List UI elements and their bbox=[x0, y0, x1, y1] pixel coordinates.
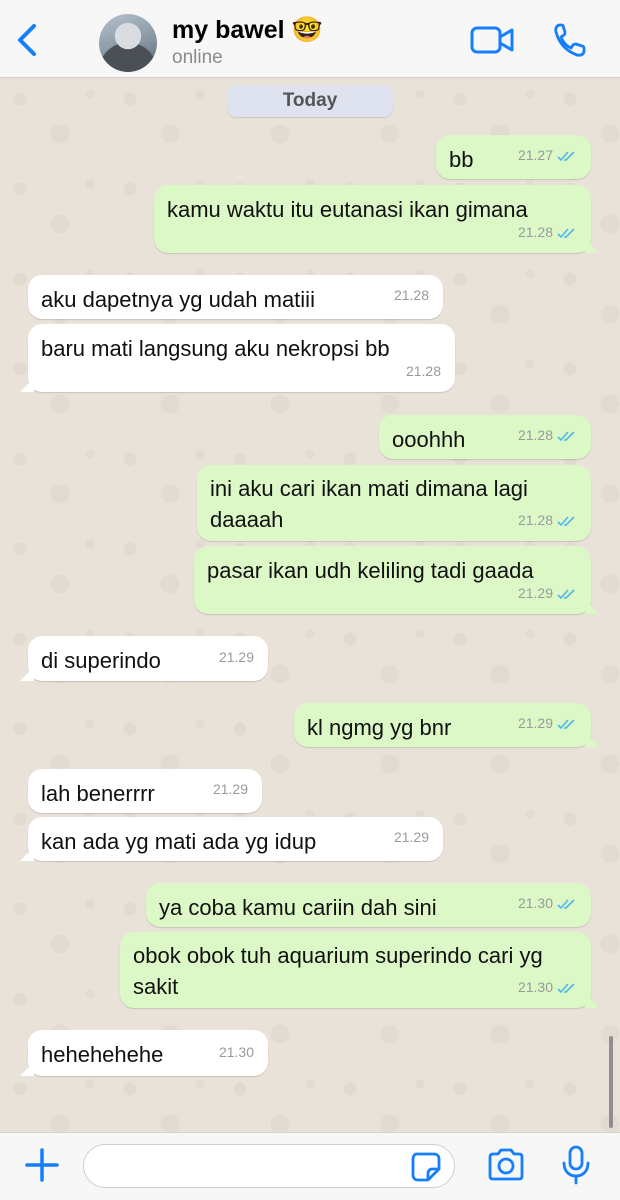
message-time: 21.28 bbox=[517, 512, 553, 528]
message-time: 21.28 bbox=[517, 427, 553, 443]
contact-status: online bbox=[172, 47, 223, 68]
message-text: baru mati langsung aku nekropsi bb bbox=[41, 336, 390, 361]
double-check-icon bbox=[557, 982, 575, 993]
message-meta: 21.29 bbox=[518, 708, 577, 739]
double-check-icon bbox=[557, 898, 575, 909]
message-incoming[interactable]: aku dapetnya yg udah matiii 21.28 bbox=[28, 275, 443, 319]
message-meta: 21.29 bbox=[394, 822, 429, 853]
camera-button[interactable] bbox=[486, 1147, 526, 1183]
scrollbar[interactable] bbox=[609, 1036, 613, 1128]
message-time: 21.30 bbox=[517, 895, 553, 911]
message-time: 21.29 bbox=[212, 781, 248, 797]
plus-icon bbox=[25, 1148, 59, 1182]
video-call-button[interactable] bbox=[470, 24, 514, 56]
message-text: obok obok tuh aquarium superindo cari yg… bbox=[133, 943, 543, 999]
video-camera-icon bbox=[470, 26, 514, 54]
contact-name[interactable]: my bawel 🤓 bbox=[172, 16, 323, 45]
message-outgoing[interactable]: obok obok tuh aquarium superindo cari yg… bbox=[120, 932, 599, 1008]
message-time: 21.29 bbox=[218, 649, 254, 665]
message-meta: 21.28 bbox=[406, 356, 441, 387]
sticker-button[interactable] bbox=[410, 1151, 442, 1183]
chevron-left-icon bbox=[18, 24, 36, 56]
message-meta: 21.29 bbox=[219, 642, 254, 673]
message-time: 21.27 bbox=[517, 147, 553, 163]
message-time: 21.29 bbox=[517, 585, 553, 601]
message-outgoing[interactable]: ini aku cari ikan mati dimana lagi daaaa… bbox=[197, 465, 591, 541]
double-check-icon bbox=[557, 150, 575, 161]
contact-avatar[interactable] bbox=[99, 14, 157, 72]
message-meta: 21.28 bbox=[518, 420, 577, 451]
chat-header: my bawel 🤓 online bbox=[0, 0, 620, 78]
double-check-icon bbox=[557, 588, 575, 599]
message-list[interactable]: Today bb 21.27 kamu waktu itu eutanasi i… bbox=[0, 79, 620, 1132]
message-incoming[interactable]: lah benerrrr 21.29 bbox=[28, 769, 262, 813]
composer-bar bbox=[0, 1132, 620, 1200]
message-text: ini aku cari ikan mati dimana lagi daaaa… bbox=[210, 476, 528, 532]
message-time: 21.30 bbox=[218, 1044, 254, 1060]
message-outgoing[interactable]: bb 21.27 bbox=[436, 135, 591, 179]
back-button[interactable] bbox=[12, 22, 42, 58]
message-time: 21.28 bbox=[393, 287, 429, 303]
message-time: 21.28 bbox=[517, 224, 553, 240]
message-time: 21.29 bbox=[393, 829, 429, 845]
attach-button[interactable] bbox=[24, 1147, 60, 1183]
message-incoming[interactable]: hehehehehe 21.30 bbox=[20, 1030, 268, 1076]
message-incoming[interactable]: di superindo 21.29 bbox=[20, 636, 268, 681]
message-incoming[interactable]: baru mati langsung aku nekropsi bb 21.28 bbox=[20, 324, 455, 392]
microphone-button[interactable] bbox=[561, 1145, 591, 1185]
message-outgoing[interactable]: ya coba kamu cariin dah sini 21.30 bbox=[146, 883, 591, 927]
message-incoming[interactable]: kan ada yg mati ada yg idup 21.29 bbox=[20, 817, 443, 861]
voice-call-button[interactable] bbox=[552, 22, 586, 58]
message-meta: 21.28 bbox=[518, 217, 577, 248]
message-text: kamu waktu itu eutanasi ikan gimana bbox=[167, 197, 528, 222]
microphone-icon bbox=[562, 1145, 590, 1185]
double-check-icon bbox=[557, 227, 575, 238]
message-input[interactable] bbox=[83, 1144, 455, 1188]
message-meta: 21.30 bbox=[518, 972, 577, 1003]
message-outgoing[interactable]: pasar ikan udh keliling tadi gaada 21.29 bbox=[194, 546, 599, 614]
message-meta: 21.28 bbox=[518, 505, 577, 536]
double-check-icon bbox=[557, 430, 575, 441]
message-outgoing[interactable]: kamu waktu itu eutanasi ikan gimana 21.2… bbox=[154, 185, 599, 253]
date-separator: Today bbox=[227, 85, 393, 117]
sticker-icon bbox=[411, 1152, 441, 1182]
phone-icon bbox=[554, 23, 586, 57]
message-meta: 21.29 bbox=[213, 774, 248, 805]
message-meta: 21.29 bbox=[518, 578, 577, 609]
message-time: 21.28 bbox=[405, 363, 441, 379]
double-check-icon bbox=[557, 515, 575, 526]
message-time: 21.30 bbox=[517, 979, 553, 995]
message-meta: 21.30 bbox=[518, 888, 577, 919]
camera-icon bbox=[488, 1148, 524, 1181]
message-outgoing[interactable]: kl ngmg yg bnr 21.29 bbox=[294, 703, 599, 747]
message-time: 21.29 bbox=[517, 715, 553, 731]
message-meta: 21.28 bbox=[394, 280, 429, 311]
message-text: aku dapetnya yg udah matiii bbox=[41, 287, 315, 312]
message-text: ya coba kamu cariin dah sini bbox=[159, 895, 437, 920]
message-meta: 21.27 bbox=[518, 140, 577, 171]
message-text: kan ada yg mati ada yg idup bbox=[41, 829, 317, 854]
message-meta: 21.30 bbox=[219, 1037, 254, 1068]
double-check-icon bbox=[557, 718, 575, 729]
message-outgoing[interactable]: ooohhh 21.28 bbox=[379, 415, 591, 459]
